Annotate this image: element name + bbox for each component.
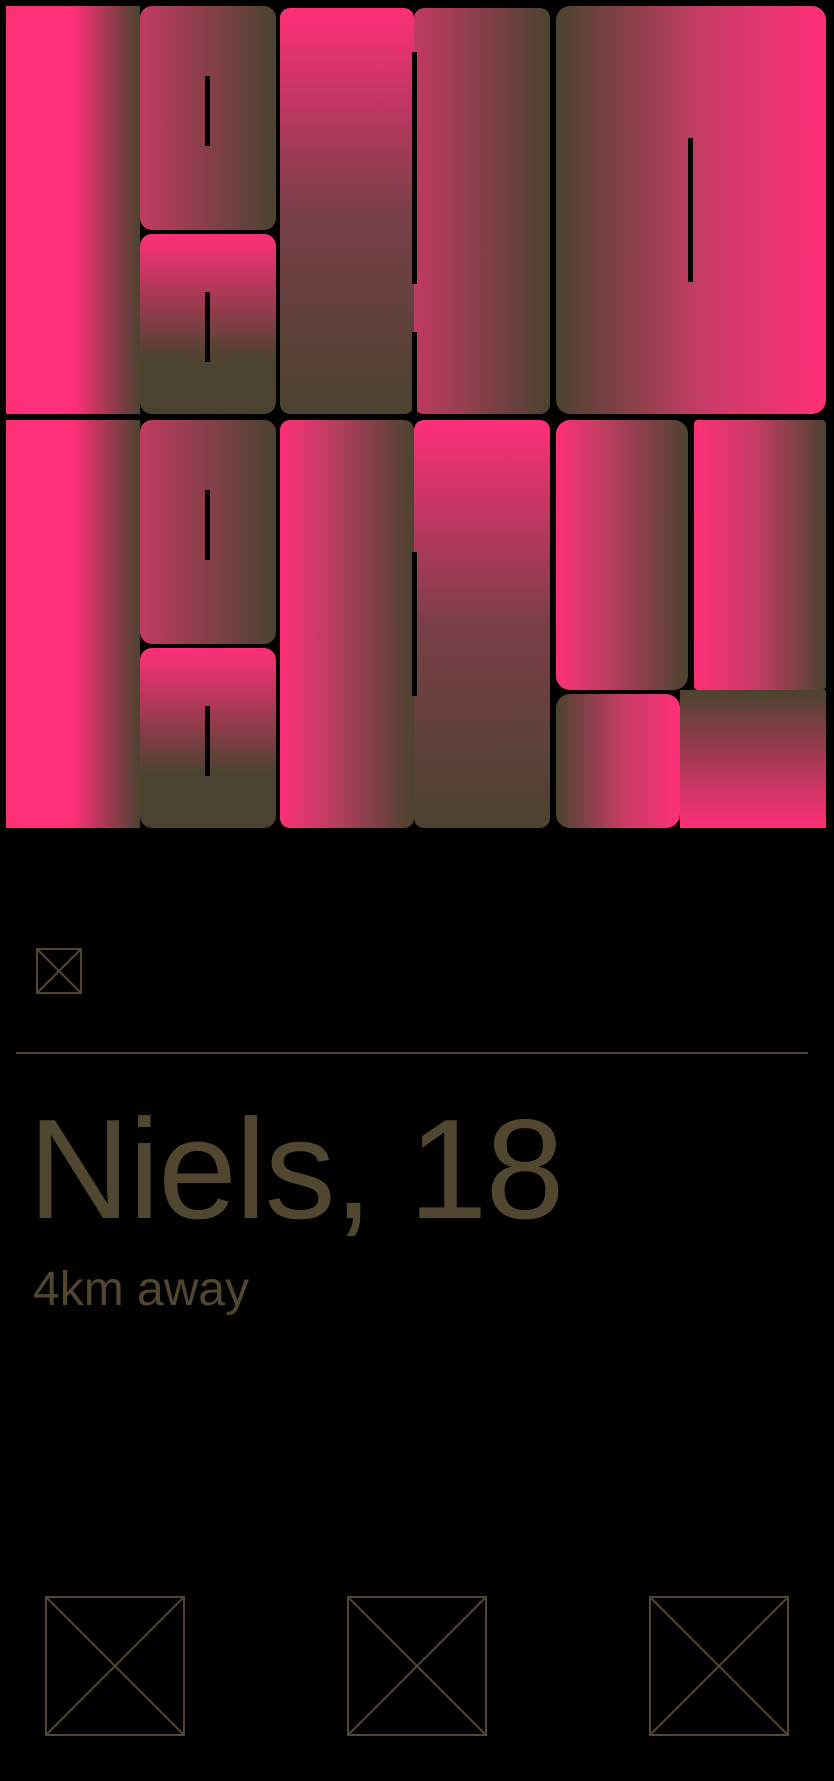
- action-1-icon: [45, 1596, 185, 1736]
- action-3-icon: [649, 1596, 789, 1736]
- action-button-1[interactable]: [45, 1596, 185, 1736]
- action-button-3[interactable]: [649, 1596, 789, 1736]
- profile-photo[interactable]: [0, 0, 834, 834]
- divider: [16, 1052, 808, 1054]
- action-2-icon: [347, 1596, 487, 1736]
- close-icon[interactable]: [36, 948, 82, 994]
- profile-photo-graphic: [0, 0, 834, 834]
- action-button-2[interactable]: [347, 1596, 487, 1736]
- profile-name-age: Niels, 18: [28, 1090, 564, 1249]
- profile-distance: 4km away: [33, 1263, 250, 1316]
- close-icon-graphic: [36, 948, 82, 994]
